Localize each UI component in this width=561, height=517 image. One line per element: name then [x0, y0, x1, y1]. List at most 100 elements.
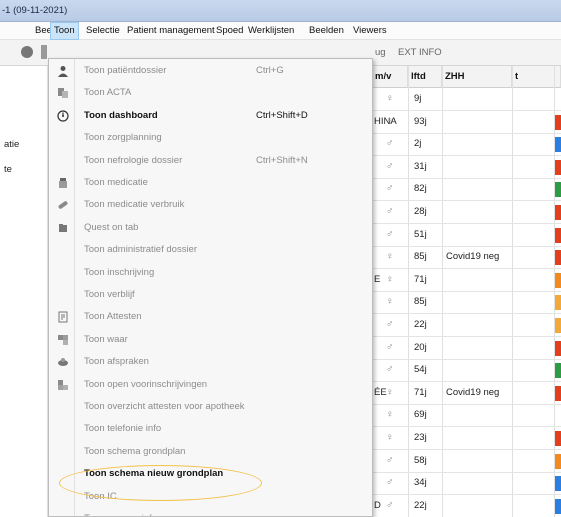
patient-age[interactable]: 2j	[414, 138, 421, 149]
menu-item-label: Toon ACTA	[84, 87, 132, 99]
patient-age[interactable]: 54j	[414, 364, 427, 375]
patient-name-fragment[interactable]: ÉE	[374, 387, 387, 398]
male-icon: ♂	[386, 319, 394, 330]
patient-age[interactable]: 20j	[414, 342, 427, 353]
row-divider	[372, 290, 561, 292]
male-icon: ♂	[386, 160, 394, 172]
patient-age[interactable]: 22j	[414, 500, 427, 511]
patient-age[interactable]: 93j	[414, 116, 427, 127]
menu-item-toon-opnameinfo[interactable]: Toon opnameinfo	[49, 508, 372, 516]
patient-age[interactable]: 31j	[414, 161, 427, 172]
menu-item-toon-medicatie[interactable]: Toon medicatie	[49, 172, 372, 194]
male-icon: ♂	[386, 138, 394, 150]
toolbar-ext-info[interactable]: EXT INFO	[398, 47, 442, 58]
patient-age[interactable]: 23j	[414, 432, 427, 443]
patient-zhh[interactable]: Covid19 neg	[446, 251, 499, 262]
row-divider	[372, 494, 561, 496]
status-color-band	[555, 431, 561, 446]
row-divider	[372, 177, 561, 179]
male-icon: ♂	[386, 364, 394, 376]
menu-item-toon-nefrologie-dossier[interactable]: Toon nefrologie dossier Ctrl+Shift+N	[49, 150, 372, 172]
left-panel-text-1[interactable]: atie	[4, 139, 19, 150]
menu-item-label: Toon IC	[84, 490, 117, 502]
menu-item-toon-waar[interactable]: Toon waar	[49, 329, 372, 351]
menu-item-toon-verblijf[interactable]: Toon verblijf	[49, 284, 372, 306]
menu-item-label: Toon medicatie verbruik	[84, 199, 185, 211]
row-divider	[372, 471, 561, 473]
column-header-age[interactable]: lftd	[408, 66, 442, 88]
status-color-band	[555, 295, 561, 311]
menu-item-toon-pati-ntdossier[interactable]: Toon patiëntdossier Ctrl+G	[49, 60, 372, 82]
menu-item-toon-zorgplanning[interactable]: Toon zorgplanning	[49, 127, 372, 149]
column-header-zhh[interactable]: ZHH	[442, 66, 512, 88]
patient-age[interactable]: 71j	[414, 387, 427, 398]
patient-age[interactable]: 51j	[414, 229, 427, 240]
patient-age[interactable]: 22j	[414, 319, 427, 330]
menu-item-toon-administratief-dossier[interactable]: Toon administratief dossier	[49, 239, 372, 261]
status-color-band	[555, 476, 561, 492]
patient-age[interactable]: 69j	[414, 409, 427, 420]
toolbar-text-ug[interactable]: ug	[375, 47, 386, 58]
row-divider	[372, 403, 561, 405]
menu-item-label: Toon schema nieuw grondplan	[84, 468, 224, 480]
patient-age[interactable]: 9j	[414, 93, 421, 104]
menu-toon[interactable]: Toon	[50, 22, 79, 40]
patient-age[interactable]: 71j	[414, 274, 427, 285]
menu-item-label: Toon afspraken	[84, 356, 149, 368]
menu-item-quest-on-tab[interactable]: Quest on tab	[49, 217, 372, 239]
menu-item-toon-open-voorinschrijvingen[interactable]: Toon open voorinschrijvingen	[49, 374, 372, 396]
male-icon: ♂	[386, 183, 394, 195]
location-icon	[57, 334, 69, 346]
patient-zhh[interactable]: Covid19 neg	[446, 387, 499, 398]
column-header-gender[interactable]: m/v	[372, 66, 408, 88]
quest-tab-icon	[57, 222, 69, 234]
menu-werklijsten[interactable]: Werklijsten	[245, 22, 297, 40]
status-color-band	[555, 114, 561, 130]
row-divider	[372, 336, 561, 337]
left-panel-text-2[interactable]: te	[4, 164, 12, 175]
status-color-band	[555, 205, 561, 220]
female-icon: ♀	[386, 386, 394, 398]
menu-item-toon-inschrijving[interactable]: Toon inschrijving	[49, 262, 372, 284]
menu-viewers[interactable]: Viewers	[350, 22, 390, 40]
toon-dropdown-menu: Toon patiëntdossier Ctrl+G Toon ACTA Toon d…	[48, 58, 373, 517]
menu-selectie[interactable]: Selectie	[83, 22, 123, 40]
status-color-band	[555, 227, 561, 243]
menu-item-toon-acta[interactable]: Toon ACTA	[49, 82, 372, 104]
patient-age[interactable]: 82j	[414, 183, 427, 194]
menu-item-label: Quest on tab	[84, 221, 139, 233]
toolbar-circle-icon[interactable]	[21, 46, 33, 58]
menu-item-toon-medicatie-verbruik[interactable]: Toon medicatie verbruik	[49, 194, 372, 216]
patient-age[interactable]: 34j	[414, 477, 427, 488]
menu-item-toon-dashboard[interactable]: Toon dashboard Ctrl+Shift+D	[49, 105, 372, 127]
row-divider	[372, 268, 561, 270]
patient-age[interactable]: 28j	[414, 206, 427, 217]
patient-age[interactable]: 58j	[414, 455, 427, 466]
patient-name-fragment[interactable]: D	[374, 500, 381, 511]
female-icon: ♀	[386, 409, 394, 421]
menu-beelden[interactable]: Beelden	[306, 22, 347, 40]
menu-patient-management[interactable]: Patient management	[124, 22, 218, 40]
menu-item-label: Toon waar	[84, 333, 128, 345]
menu-item-toon-schema-grondplan[interactable]: Toon schema grondplan	[49, 441, 372, 463]
toolbar-handle-icon[interactable]	[41, 45, 47, 59]
patient-age[interactable]: 85j	[414, 251, 427, 262]
left-panel: atie te	[0, 66, 48, 517]
menu-item-toon-afspraken[interactable]: Toon afspraken	[49, 351, 372, 373]
menu-item-toon-ic[interactable]: Toon IC	[49, 486, 372, 508]
patient-name-fragment[interactable]: E	[374, 274, 380, 285]
menubar: Beeld Toon Selectie Patient management S…	[0, 22, 561, 40]
pill-icon	[57, 199, 69, 211]
status-color-band	[555, 453, 561, 469]
menu-item-label: Toon medicatie	[84, 177, 148, 188]
status-color-band	[555, 363, 561, 379]
menu-item-toon-telefonie-info[interactable]: Toon telefonie info	[49, 418, 372, 440]
status-color-band	[555, 250, 561, 266]
menu-item-label: Toon overzicht attesten voor apotheek	[84, 401, 245, 412]
menu-spoed[interactable]: Spoed	[213, 22, 246, 40]
menu-item-toon-schema-nieuw-grondplan[interactable]: Toon schema nieuw grondplan	[49, 463, 372, 485]
menu-item-toon-attesten[interactable]: Toon Attesten	[49, 306, 372, 328]
row-divider	[372, 358, 561, 360]
menu-item-toon-overzicht-attesten-voor-apotheek[interactable]: Toon overzicht attesten voor apotheek	[49, 396, 372, 418]
patient-age[interactable]: 85j	[414, 296, 427, 307]
